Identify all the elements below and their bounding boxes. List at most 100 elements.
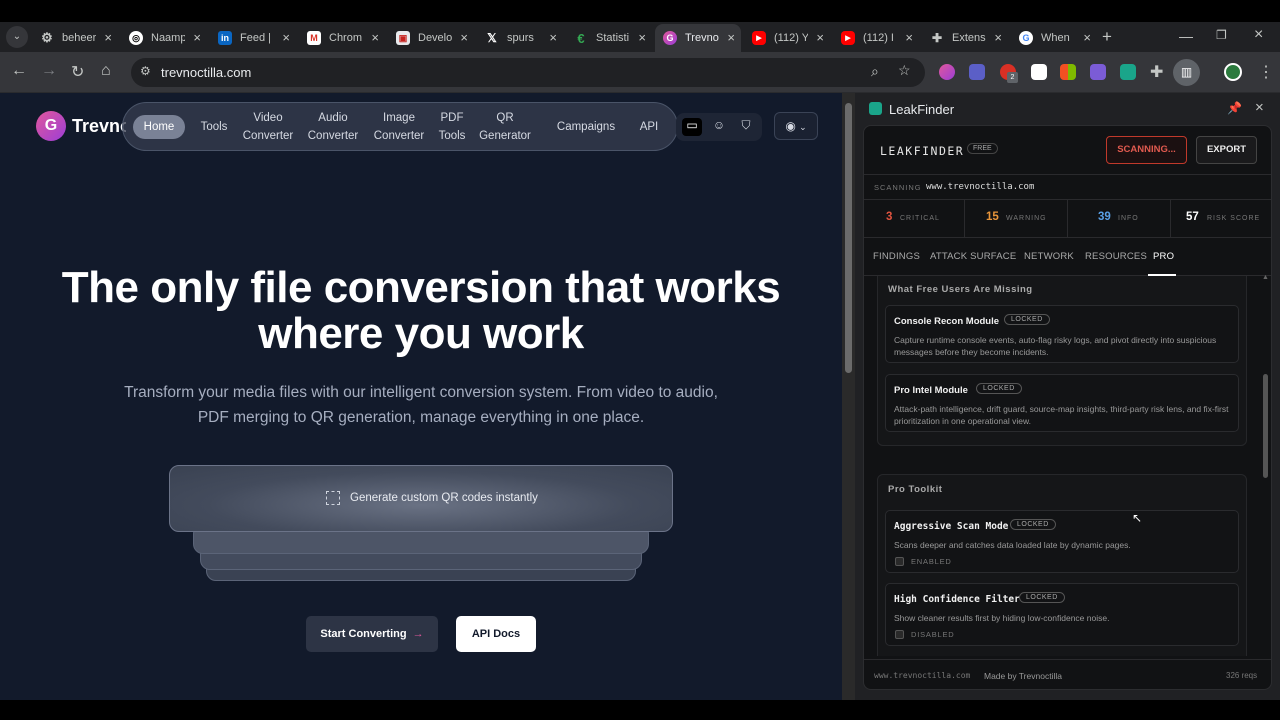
stat-risk-score: 57 RISK SCORE bbox=[1186, 211, 1261, 223]
side-panel: LeakFinder 📌 × LEAKFINDER FREE SCANNING.… bbox=[855, 93, 1280, 700]
bookmark-star-icon[interactable]: ☆ bbox=[898, 62, 911, 79]
trevnoctilla-extension-icon[interactable] bbox=[939, 64, 955, 80]
monitor-icon[interactable]: ▭ bbox=[682, 118, 702, 136]
close-tab-icon[interactable]: × bbox=[727, 30, 735, 45]
nav-api[interactable]: API bbox=[629, 118, 669, 136]
page-scrollbar-thumb[interactable] bbox=[845, 103, 852, 373]
start-converting-button[interactable]: Start Converting → bbox=[306, 616, 438, 652]
browser-tab[interactable]: G When × bbox=[1011, 24, 1097, 52]
export-button[interactable]: EXPORT bbox=[1196, 136, 1257, 164]
google-icon: G bbox=[1019, 31, 1033, 45]
mouse-cursor: ↖ bbox=[1132, 511, 1143, 525]
close-tab-icon[interactable]: × bbox=[994, 30, 1002, 45]
close-tab-icon[interactable]: × bbox=[104, 30, 112, 45]
nav-audio-converter[interactable]: Audio Converter bbox=[302, 109, 364, 145]
forward-icon[interactable]: → bbox=[41, 62, 57, 80]
feature-card-qr[interactable]: Generate custom QR codes instantly bbox=[169, 465, 673, 532]
close-tab-icon[interactable]: × bbox=[549, 30, 557, 45]
purple-extension-icon[interactable] bbox=[1090, 64, 1106, 80]
close-tab-icon[interactable]: × bbox=[193, 30, 201, 45]
hero-heading: The only file conversion that works wher… bbox=[61, 263, 781, 358]
tab-search-icon[interactable]: ⌄ bbox=[6, 26, 28, 48]
user-icon[interactable]: ☺ bbox=[709, 118, 729, 136]
browser-tab[interactable]: 𝕏 spurs × bbox=[477, 24, 563, 52]
tab-findings[interactable]: FINDINGS bbox=[873, 251, 920, 262]
missing-features-section: What Free Users Are Missing Console Reco… bbox=[877, 276, 1247, 446]
home-icon[interactable]: ⌂ bbox=[101, 62, 111, 80]
side-panel-icon[interactable]: ▥ bbox=[1173, 59, 1200, 86]
pin-icon[interactable]: 📌 bbox=[1227, 101, 1242, 115]
tab-network[interactable]: NETWORK bbox=[1024, 251, 1074, 262]
close-tab-icon[interactable]: × bbox=[282, 30, 290, 45]
browser-tab[interactable]: ▶ (112) Y × bbox=[744, 24, 830, 52]
close-tab-icon[interactable]: × bbox=[460, 30, 468, 45]
zoom-icon[interactable]: ⌕ bbox=[871, 63, 879, 80]
close-tab-icon[interactable]: × bbox=[1083, 30, 1091, 45]
feature-card: Console Recon Module LOCKED Capture runt… bbox=[885, 305, 1239, 363]
extensions-puzzle-icon[interactable]: ✚ bbox=[1150, 62, 1163, 82]
account-menu-button[interactable]: ◉ ⌄ bbox=[774, 112, 818, 140]
browser-tab[interactable]: ✚ Extens × bbox=[922, 24, 1008, 52]
grid-extension-icon[interactable] bbox=[1060, 64, 1076, 80]
enabled-checkbox[interactable] bbox=[895, 557, 904, 566]
scroll-up-icon[interactable]: ▲ bbox=[1262, 274, 1269, 281]
browser-tab[interactable]: ◎ Naamp × bbox=[121, 24, 207, 52]
locked-badge: LOCKED bbox=[1019, 592, 1065, 603]
browser-tab[interactable]: in Feed | × bbox=[210, 24, 296, 52]
site-info-icon[interactable]: ⚙ bbox=[140, 64, 151, 78]
new-tab-icon[interactable]: + bbox=[1102, 27, 1112, 47]
panel-scrollbar[interactable]: ▲ bbox=[1262, 274, 1270, 656]
scan-target: SCANNING www.trevnoctilla.com bbox=[864, 174, 1271, 200]
shield-icon[interactable]: ⛉ bbox=[736, 118, 756, 136]
toolkit-card: High Confidence Filter LOCKED Show clean… bbox=[885, 583, 1239, 646]
close-tab-icon[interactable]: × bbox=[905, 30, 913, 45]
browser-tab[interactable]: € Statisti × bbox=[566, 24, 652, 52]
browser-tab[interactable]: ▣ Develo × bbox=[388, 24, 474, 52]
nav-campaigns[interactable]: Campaigns bbox=[551, 118, 621, 136]
k-extension-icon[interactable] bbox=[1031, 64, 1047, 80]
leakfinder-icon bbox=[869, 102, 882, 115]
minimize-icon[interactable]: — bbox=[1179, 28, 1193, 44]
locked-badge: LOCKED bbox=[1004, 314, 1050, 325]
browser-tab[interactable]: ▶ (112) I × bbox=[833, 24, 919, 52]
close-tab-icon[interactable]: × bbox=[638, 30, 646, 45]
ts-extension-icon[interactable] bbox=[969, 64, 985, 80]
nav-qr-generator[interactable]: QR Generator bbox=[475, 109, 535, 145]
qr-code-icon bbox=[326, 491, 340, 505]
url-text: trevnoctilla.com bbox=[161, 65, 252, 80]
browser-tab[interactable]: ⚙ beheer × bbox=[32, 24, 118, 52]
close-tab-icon[interactable]: × bbox=[816, 30, 824, 45]
close-icon[interactable]: × bbox=[1255, 99, 1264, 116]
nav-home[interactable]: Home bbox=[133, 115, 185, 139]
tab-pro[interactable]: PRO bbox=[1153, 251, 1174, 262]
nav-image-converter[interactable]: Image Converter bbox=[368, 109, 430, 145]
tab-attack-surface[interactable]: ATTACK SURFACE bbox=[930, 251, 1016, 262]
nav-pdf-tools[interactable]: PDF Tools bbox=[431, 109, 473, 145]
reload-icon[interactable]: ↻ bbox=[71, 62, 84, 82]
close-tab-icon[interactable]: × bbox=[371, 30, 379, 45]
browser-tab[interactable]: M Chrom × bbox=[299, 24, 385, 52]
restore-icon[interactable]: ❐ bbox=[1216, 28, 1227, 42]
site-logo[interactable]: G Trevnoctilla bbox=[36, 111, 126, 141]
nav-video-converter[interactable]: Video Converter bbox=[237, 109, 299, 145]
back-icon[interactable]: ← bbox=[11, 62, 27, 80]
browser-tab-active[interactable]: G Trevno × bbox=[655, 24, 741, 52]
tab-resources[interactable]: RESOURCES bbox=[1085, 251, 1147, 262]
gear-icon: ⚙ bbox=[41, 30, 53, 45]
stats-icon: € bbox=[577, 30, 585, 46]
scanning-button[interactable]: SCANNING... bbox=[1106, 136, 1187, 164]
panel-scrollbar-thumb[interactable] bbox=[1263, 374, 1268, 478]
window-close-icon[interactable]: × bbox=[1254, 26, 1263, 44]
leakfinder-extension-icon[interactable] bbox=[1120, 64, 1136, 80]
address-bar[interactable]: ⚙ trevnoctilla.com ⌕ ☆ bbox=[131, 58, 925, 87]
nav-tools[interactable]: Tools bbox=[193, 118, 235, 136]
youtube-icon: ▶ bbox=[841, 31, 855, 45]
logo-icon: G bbox=[36, 111, 66, 141]
page-scrollbar[interactable] bbox=[842, 93, 855, 700]
menu-icon[interactable]: ⋮ bbox=[1258, 62, 1274, 82]
disabled-checkbox[interactable] bbox=[895, 630, 904, 639]
profile-avatar[interactable] bbox=[1224, 63, 1242, 81]
account-icon: ◉ bbox=[785, 119, 796, 133]
youtube-icon: ▶ bbox=[752, 31, 766, 45]
api-docs-button[interactable]: API Docs bbox=[456, 616, 536, 652]
